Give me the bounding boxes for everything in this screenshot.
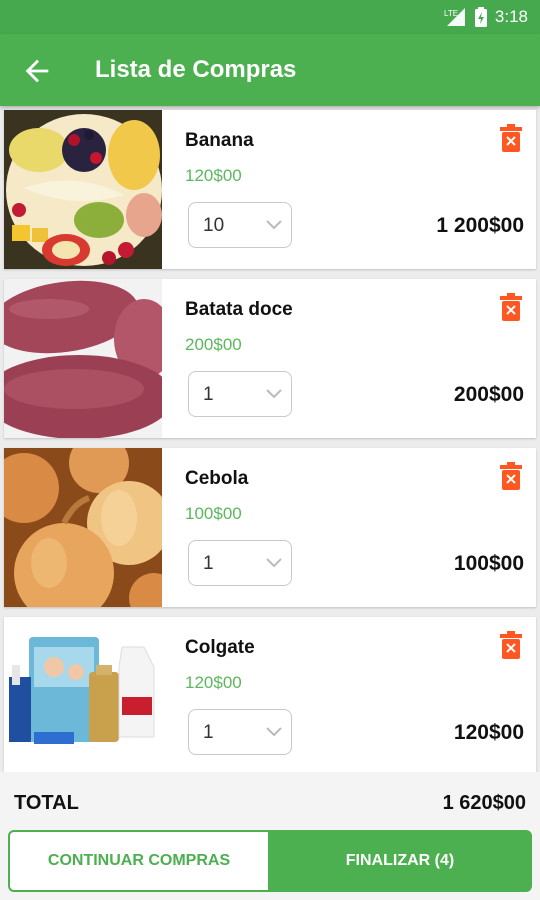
delete-icon[interactable] (500, 462, 522, 490)
item-unit-price: 120$00 (185, 673, 242, 692)
item-name: Banana (185, 130, 254, 151)
quantity-select[interactable]: 10 (188, 202, 292, 248)
cart-list[interactable]: Banana 120$00 10 1 200$00 Batata doce 20… (0, 106, 540, 772)
delete-icon[interactable] (500, 124, 522, 152)
item-name: Cebola (185, 468, 249, 489)
quantity-select[interactable]: 1 (188, 540, 292, 586)
cart-footer: TOTAL 1 620$00 CONTINUAR COMPRAS FINALIZ… (0, 772, 540, 900)
cart-item: Banana 120$00 10 1 200$00 (4, 110, 536, 269)
item-line-total: 1 200$00 (436, 214, 524, 237)
delete-icon[interactable] (500, 293, 522, 321)
page-title: Lista de Compras (95, 56, 297, 83)
chevron-down-icon (266, 558, 282, 568)
total-label: TOTAL (14, 792, 79, 814)
cart-item: Cebola 100$00 1 100$00 (4, 448, 536, 607)
signal-icon: LTE (444, 8, 465, 26)
item-name: Batata doce (185, 299, 293, 320)
total-value: 1 620$00 (442, 792, 526, 814)
cart-item: Batata doce 200$00 1 200$00 (4, 279, 536, 438)
item-unit-price: 100$00 (185, 504, 242, 523)
quantity-select[interactable]: 1 (188, 371, 292, 417)
chevron-down-icon (266, 220, 282, 230)
quantity-value: 1 (203, 384, 214, 405)
status-bar: LTE 3:18 (0, 0, 540, 34)
sweet-potato-image (4, 279, 162, 438)
quantity-value: 1 (203, 553, 214, 574)
quantity-value: 1 (203, 722, 214, 743)
item-line-total: 100$00 (453, 552, 524, 575)
item-line-total: 120$00 (453, 721, 524, 744)
status-time: 3:18 (494, 7, 528, 26)
quantity-select[interactable]: 1 (188, 709, 292, 755)
delete-icon[interactable] (500, 631, 522, 659)
quantity-value: 10 (203, 215, 225, 236)
toiletries-image (4, 617, 162, 772)
item-unit-price: 120$00 (185, 166, 242, 185)
item-name: Colgate (185, 637, 255, 658)
battery-icon (474, 7, 487, 27)
finish-order-button[interactable]: FINALIZAR (4) (268, 830, 532, 892)
item-unit-price: 200$00 (185, 335, 242, 354)
fruit-bowl-image (4, 110, 162, 269)
cart-item: Colgate 120$00 1 120$00 (4, 617, 536, 772)
continue-shopping-button[interactable]: CONTINUAR COMPRAS (8, 830, 270, 892)
svg-text:LTE: LTE (444, 9, 458, 18)
arrow-left-icon[interactable] (20, 54, 54, 88)
chevron-down-icon (266, 389, 282, 399)
chevron-down-icon (266, 727, 282, 737)
app-bar: Lista de Compras (0, 34, 540, 106)
item-line-total: 200$00 (453, 383, 524, 406)
onion-image (4, 448, 162, 607)
